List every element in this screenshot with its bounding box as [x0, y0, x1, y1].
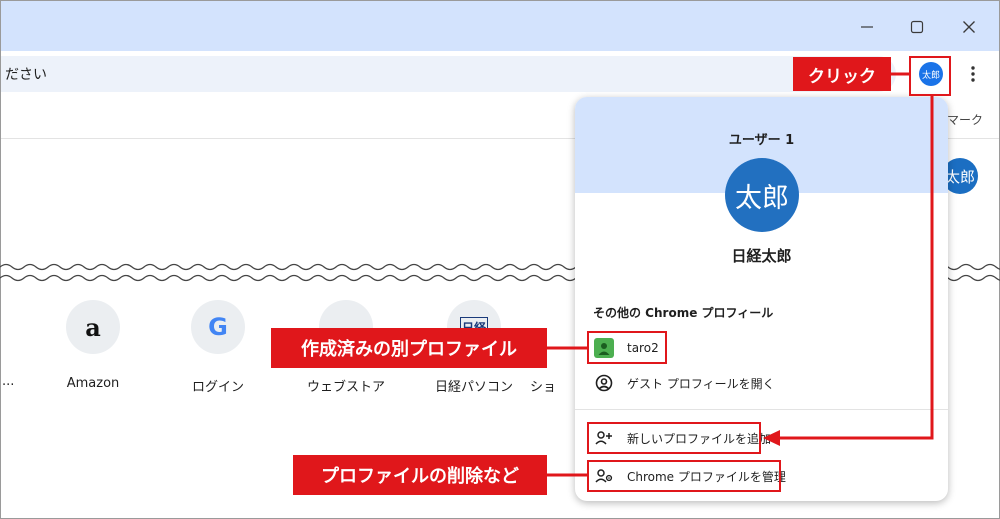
profile-menu-avatar: 太郎: [725, 158, 799, 232]
shortcut-amazon[interactable]: a Amazon: [48, 300, 138, 391]
shortcut-label: Amazon: [66, 376, 120, 391]
guest-profile-button[interactable]: ゲスト プロフィールを開く: [593, 368, 775, 398]
kebab-menu-icon[interactable]: [963, 61, 983, 87]
minimize-icon[interactable]: [849, 13, 885, 41]
amazon-icon: a: [66, 300, 120, 354]
callout-delete-profile: プロファイルの削除など: [293, 455, 547, 495]
shortcut-login[interactable]: G ログイン: [173, 300, 263, 395]
profile-menu-name: 日経太郎: [731, 247, 792, 265]
menu-divider: [575, 409, 948, 410]
maximize-icon[interactable]: [899, 13, 935, 41]
shortcut-label-partial: ...: [2, 374, 15, 389]
google-icon: G: [191, 300, 245, 354]
callout-created-profile: 作成済みの別プロファイル: [271, 328, 547, 368]
guest-profile-label: ゲスト プロフィールを開く: [627, 376, 775, 391]
close-icon[interactable]: [951, 13, 987, 41]
highlight-add-profile-box: [587, 422, 761, 454]
shortcut-label: 日経パソコン: [434, 380, 513, 395]
highlight-taro2-box: [587, 331, 667, 364]
address-bar-text: ださい: [5, 67, 47, 83]
callout-click: クリック: [793, 57, 891, 91]
address-bar[interactable]: ださい: [1, 56, 896, 92]
shortcut-label: ショ: [530, 380, 557, 395]
shortcut-label: ログイン: [191, 380, 244, 395]
highlight-avatar-box: [909, 56, 951, 96]
other-profiles-heading: その他の Chrome プロフィール: [593, 306, 774, 320]
profile-menu-user-title: ユーザー 1: [728, 133, 795, 148]
bookmark-item-partial[interactable]: マーク: [947, 111, 983, 128]
account-circle-icon: [593, 372, 615, 394]
title-bar: [1, 1, 999, 51]
shortcut-label: ウェブストア: [306, 380, 385, 395]
highlight-manage-box: [587, 460, 781, 492]
